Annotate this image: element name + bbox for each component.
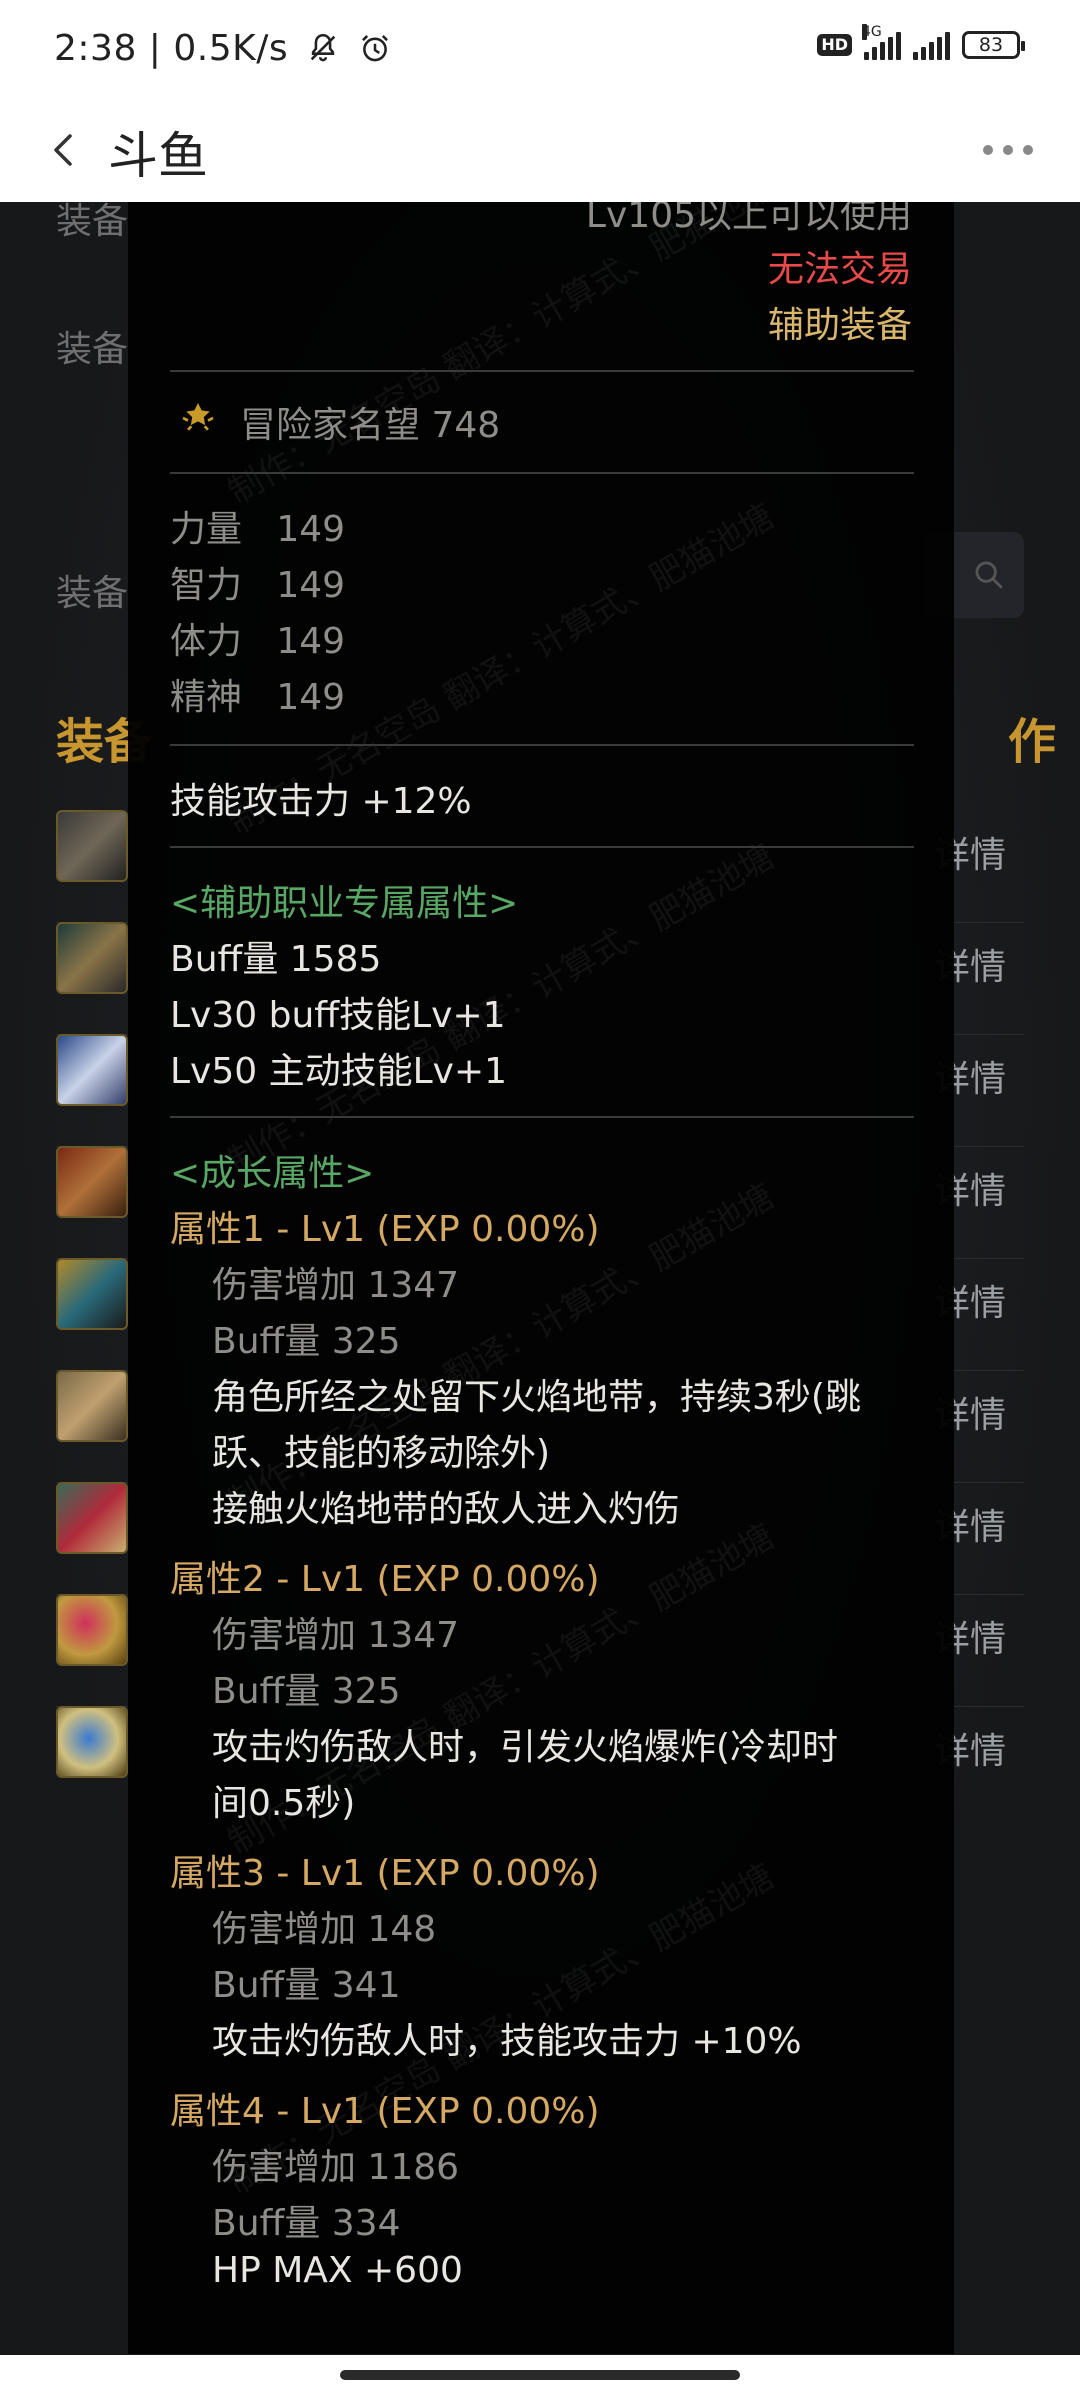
page-title: 斗鱼 [108,127,208,185]
growth-attr-desc: 跃、技能的移动除外) [212,1433,551,1474]
stat-value: 149 [276,677,346,718]
bg-section-header-right: 作 [1007,714,1056,770]
battery-icon: 83 [962,31,1025,59]
growth-attr-title: 属性2 - Lv1 (EXP 0.00%) [170,1559,600,1600]
growth-attr-buff: Buff量 325 [212,1321,401,1362]
skill-attack: 技能攻击力 +12% [170,781,472,822]
growth-attr-damage: 伤害增加 148 [212,1909,437,1950]
status-icons: HD 4G 83 [817,24,1025,60]
support-line: Lv30 buff技能Lv+1 [170,995,506,1036]
stat-spirit: 精神 149 [170,668,345,720]
status-bar: 2:38 | 0.5K/s HD 4G 83 [0,0,1080,100]
equip-item-icon[interactable] [56,1706,128,1778]
growth-attr-title: 属性3 - Lv1 (EXP 0.00%) [170,1853,600,1894]
growth-attr-desc: HP MAX +600 [212,2250,463,2291]
status-separator: | [148,28,174,69]
separator [170,472,914,474]
trade-restriction: 无法交易 [767,249,912,290]
growth-attr-desc: 角色所经之处留下火焰地带，持续3秒(跳 [212,1377,861,1418]
signal-icon [913,30,950,60]
separator [170,370,914,372]
watermark: 制作：无名空岛 翻译：计算式、肥猫池塘 [221,202,781,513]
separator [170,1116,914,1118]
separator [170,846,914,848]
growth-attr-buff: Buff量 334 [212,2203,401,2244]
hd-badge: HD [817,34,852,56]
equip-item-icon[interactable] [56,1258,128,1330]
growth-attr-desc: 间0.5秒) [212,1783,356,1824]
growth-header: <成长属性> [170,1153,375,1194]
stat-name: 体力 [170,621,243,662]
back-arrow-icon[interactable] [44,130,84,170]
separator [170,744,914,746]
equip-item-icon[interactable] [56,1482,128,1554]
growth-attr-buff: Buff量 325 [212,1671,401,1712]
growth-attr-damage: 伤害增加 1347 [212,1265,460,1306]
item-tooltip: 制作：无名空岛 翻译：计算式、肥猫池塘 制作：无名空岛 翻译：计算式、肥猫池塘 … [128,202,954,2354]
alarm-icon [362,35,388,62]
signal-4g-icon: 4G [862,24,901,60]
equip-item-icon[interactable] [56,922,128,994]
growth-attr-desc: 攻击灼伤敌人时，技能攻击力 +10% [212,2021,802,2062]
growth-attr-desc: 接触火焰地带的敌人进入灼伤 [212,1489,681,1530]
growth-attr-desc: 攻击灼伤敌人时，引发火焰爆炸(冷却时 [212,1727,839,1768]
growth-attr-damage: 伤害增加 1186 [212,2147,460,2188]
stat-vitality: 体力 149 [170,612,345,664]
growth-attr-title: 属性4 - Lv1 (EXP 0.00%) [170,2091,600,2132]
support-line: Buff量 1585 [170,939,382,980]
support-line: Lv50 主动技能Lv+1 [170,1051,508,1092]
equip-item-icon[interactable] [56,1146,128,1218]
status-time: 2:38 | 0.5K/s [54,28,392,69]
growth-attr-title: 属性1 - Lv1 (EXP 0.00%) [170,1209,600,1250]
bg-label-equip: 装备 [56,201,129,242]
battery-level: 83 [978,34,1004,56]
equip-item-icon[interactable] [56,1594,128,1666]
growth-attr-damage: 伤害增加 1347 [212,1615,460,1656]
equipment-type: 辅助装备 [767,305,912,346]
support-header: <辅助职业专属属性> [170,883,519,924]
reputation-crest-icon [182,403,214,431]
growth-attr-buff: Buff量 341 [212,1965,401,2006]
stat-strength: 力量 149 [170,500,345,552]
network-speed: 0.5K/s [173,28,289,69]
search-icon [975,561,1003,589]
title-bar: 斗鱼 [0,100,1080,202]
equip-item-icon[interactable] [56,1370,128,1442]
stat-value: 149 [276,565,346,606]
equip-item-icon[interactable] [56,1034,128,1106]
stat-name: 精神 [170,677,243,718]
network-type: 4G [862,24,882,40]
level-requirement: Lv105以上可以使用 [585,202,912,236]
adventurer-reputation: 冒险家名望 748 [240,405,501,446]
clock: 2:38 [54,28,137,69]
stat-value: 149 [276,509,346,550]
bg-label-equip: 装备 [56,573,129,614]
bg-label-equip: 装备 [56,329,129,370]
more-options-icon[interactable] [978,130,1038,170]
stat-name: 力量 [170,509,243,550]
stat-intelligence: 智力 149 [170,556,345,608]
stat-name: 智力 [170,565,243,606]
home-indicator[interactable] [340,2370,740,2380]
bell-muted-icon [310,33,336,62]
stat-value: 149 [276,621,346,662]
equip-item-icon[interactable] [56,810,128,882]
